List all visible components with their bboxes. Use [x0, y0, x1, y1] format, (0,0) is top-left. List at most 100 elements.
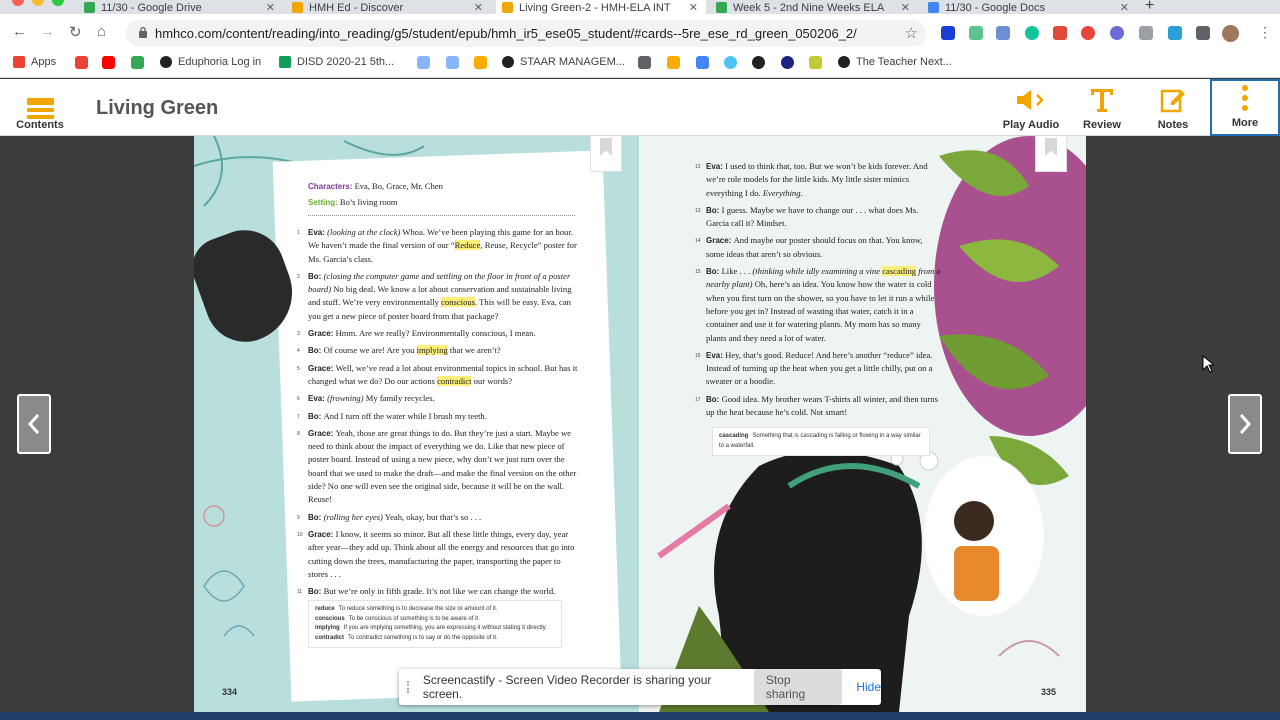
taskbar	[0, 712, 1280, 720]
extension-grid2-icon[interactable]	[1139, 26, 1153, 40]
extension-translate-icon[interactable]	[996, 26, 1010, 40]
line-number: 3	[297, 331, 300, 338]
vocab-highlight[interactable]: conscious	[441, 297, 476, 308]
more-button[interactable]: More	[1210, 79, 1280, 136]
extension-snowflake-icon[interactable]	[1110, 26, 1124, 40]
tab-close-icon[interactable]: ✕	[266, 1, 275, 14]
vocab-highlight[interactable]: implying	[416, 345, 448, 356]
tab-close-icon[interactable]: ✕	[901, 1, 910, 14]
globe-icon	[502, 56, 514, 68]
contents-button[interactable]: Contents	[10, 79, 70, 136]
bookmark-disd[interactable]: DISD 2020-21 5th...	[279, 56, 394, 68]
vocab-highlight[interactable]: Reduce	[454, 240, 481, 251]
gmail-icon[interactable]	[75, 56, 88, 69]
speaker-name: Bo:	[308, 587, 324, 597]
bookmark-icon-5[interactable]	[667, 56, 680, 69]
extensions-puzzle-icon[interactable]	[1196, 26, 1210, 40]
screen-sharing-notice: Screencastify - Screen Video Recorder is…	[399, 669, 881, 705]
home-icon[interactable]: ⌂	[97, 23, 106, 40]
new-tab-icon[interactable]: +	[1145, 0, 1154, 15]
line-number: 15	[695, 269, 701, 276]
notes-edit-icon	[1160, 87, 1186, 113]
dialogue-text: Like . . .	[721, 266, 753, 277]
bookmark-icon-8[interactable]	[752, 56, 765, 69]
apps-grid-icon	[13, 56, 25, 68]
browser-menu-icon[interactable]: ⋮	[1258, 24, 1272, 41]
tab-close-icon[interactable]: ✕	[1120, 1, 1129, 14]
maps-icon[interactable]	[131, 56, 144, 69]
line-number: 13	[695, 207, 701, 214]
browser-tab[interactable]: 11/30 - Google Drive ✕	[78, 0, 283, 14]
script-line: 9 Bo: (rolling her eyes) Yeah, okay, but …	[297, 511, 578, 524]
browser-tab[interactable]: Week 5 - 2nd Nine Weeks ELA ✕	[710, 0, 918, 14]
page-right: 12 Eva: I used to think that, too. But we…	[639, 136, 1086, 712]
bookmark-icon-7[interactable]	[724, 56, 737, 69]
browser-tab[interactable]: Living Green-2 - HMH-ELA INT ✕	[496, 0, 706, 14]
bookmark-icon-4[interactable]	[638, 56, 651, 69]
dialogue-text: Yeah, those are great things to do. But …	[308, 427, 577, 505]
bookmark-apps[interactable]: Apps	[13, 56, 56, 68]
stop-sharing-button[interactable]: Stop sharing	[753, 669, 843, 705]
browser-tab[interactable]: 11/30 - Google Docs ✕	[922, 0, 1137, 14]
address-bar[interactable]: hmhco.com/content/reading/into_reading/g…	[126, 20, 926, 47]
drag-handle-icon[interactable]	[407, 681, 413, 693]
bookmark-teacher-next[interactable]: The Teacher Next...	[838, 56, 952, 68]
back-icon[interactable]: ←	[12, 23, 27, 40]
window-zoom-icon[interactable]	[52, 0, 64, 6]
window-minimize-icon[interactable]	[32, 0, 44, 6]
chevron-left-icon	[27, 414, 40, 434]
tab-favicon-icon	[716, 2, 727, 13]
glossary-definition: To contradict something is to say or do …	[348, 634, 498, 641]
extension-grid-icon[interactable]	[969, 26, 983, 40]
bookmark-icon-2[interactable]	[446, 56, 459, 69]
previous-page-button[interactable]	[17, 394, 51, 454]
bookmark-icon-9[interactable]	[781, 56, 794, 69]
dialogue-text: My family recycles.	[363, 393, 435, 404]
reader-viewport: Characters: Eva, Bo, Grace, Mr. Chen Set…	[0, 136, 1280, 720]
speaker-name: Bo:	[706, 394, 722, 404]
bookmark-icon-10[interactable]	[809, 56, 822, 69]
line-number: 5	[297, 365, 300, 372]
extension-square-icon[interactable]	[1168, 26, 1182, 40]
script-line: 2 Bo: (closing the computer game and sett…	[297, 270, 578, 323]
page-bookmark-right[interactable]	[1035, 136, 1067, 172]
speaker-icon	[1015, 87, 1047, 113]
bookmark-icon-1[interactable]	[417, 56, 430, 69]
forward-icon[interactable]: →	[40, 23, 55, 40]
review-button[interactable]: Review	[1074, 79, 1130, 136]
tab-close-icon[interactable]: ✕	[689, 1, 698, 14]
speaker-name: Eva:	[706, 350, 726, 360]
bookmark-icon-3[interactable]	[474, 56, 487, 69]
tab-close-icon[interactable]: ✕	[474, 1, 483, 14]
extension-screencastify-icon[interactable]	[1053, 26, 1067, 40]
glossary-term: cascading	[719, 433, 749, 439]
script-line: 13 Bo: I guess. Maybe we have to change o…	[695, 204, 942, 231]
line-number: 17	[695, 396, 701, 403]
sharing-message: Screencastify - Screen Video Recorder is…	[422, 673, 712, 701]
page-bookmark-left[interactable]	[590, 136, 622, 172]
bookmark-icon-6[interactable]	[696, 56, 709, 69]
speaker-name: Grace:	[308, 428, 336, 438]
stage-direction: (rolling her eyes)	[323, 511, 383, 522]
notes-button[interactable]: Notes	[1146, 79, 1200, 136]
extension-c-icon[interactable]	[941, 26, 955, 40]
play-audio-button[interactable]: Play Audio	[998, 79, 1064, 136]
window-close-icon[interactable]	[12, 0, 24, 6]
vocab-highlight[interactable]: cascading	[882, 266, 917, 277]
bookmark-eduphoria[interactable]: Eduphoria Log in	[160, 56, 261, 68]
script-line: 14 Grace: And maybe our poster should foc…	[695, 234, 942, 261]
dialogue-text: our words?	[471, 375, 513, 386]
reload-icon[interactable]: ↻	[69, 23, 82, 41]
glossary-entry: conscious To be conscious of something is…	[315, 615, 555, 625]
bookmark-star-icon[interactable]: ☆	[905, 24, 918, 42]
extension-record-icon[interactable]	[1081, 26, 1095, 40]
youtube-icon[interactable]	[102, 56, 115, 69]
extension-grammarly-icon[interactable]	[1025, 26, 1039, 40]
glossary-term: reduce	[315, 606, 335, 612]
next-page-button[interactable]	[1228, 394, 1262, 454]
vocab-highlight[interactable]: contradict	[437, 375, 472, 386]
profile-avatar[interactable]	[1222, 25, 1239, 42]
hide-notice-button[interactable]: Hide	[856, 680, 881, 694]
bookmark-staar[interactable]: STAAR MANAGEM...	[502, 56, 625, 68]
browser-tab[interactable]: HMH Ed - Discover ✕	[286, 0, 491, 14]
